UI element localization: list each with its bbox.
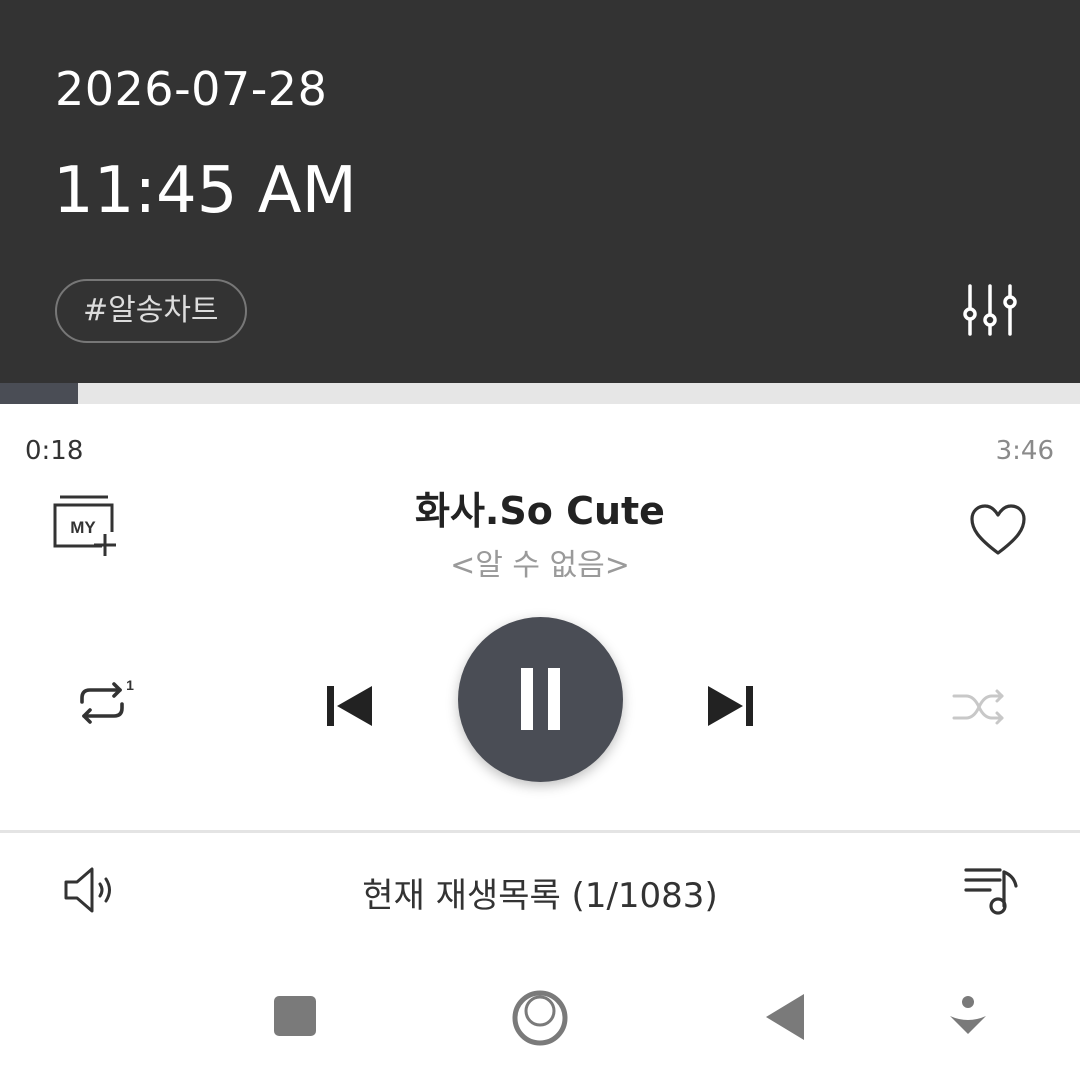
chart-tag-button[interactable]: #알송차트	[55, 279, 247, 343]
pause-icon	[521, 668, 533, 730]
repeat-count: 1	[126, 677, 134, 693]
elapsed-time: 0:18	[25, 436, 84, 466]
equalizer-icon[interactable]	[960, 280, 1020, 340]
date-label: 2026-07-28	[55, 62, 328, 116]
divider	[0, 830, 1080, 833]
system-navigation-bar	[0, 960, 1080, 1080]
home-icon[interactable]	[508, 986, 572, 1050]
now-playing-header: 2026-07-28 11:45 AM #알송차트	[0, 0, 1080, 383]
track-artist: <알 수 없음>	[450, 548, 630, 583]
queue-icon[interactable]	[962, 862, 1022, 918]
repeat-one-icon[interactable]: 1	[72, 676, 136, 726]
music-player-screen: 2026-07-28 11:45 AM #알송차트 0:18 3:46 MY 화…	[0, 0, 1080, 1080]
notification-down-icon[interactable]	[946, 994, 990, 1042]
pause-button[interactable]	[458, 617, 623, 782]
time-label: 11:45 AM	[53, 154, 357, 228]
recents-icon[interactable]	[274, 996, 316, 1036]
back-icon[interactable]	[760, 990, 808, 1044]
total-time: 3:46	[995, 436, 1054, 466]
pause-icon	[548, 668, 560, 730]
seek-bar[interactable]	[0, 383, 1080, 404]
seek-bar-fill	[0, 383, 78, 404]
my-playlist-add-icon[interactable]: MY	[50, 494, 122, 558]
next-icon[interactable]	[702, 682, 758, 730]
shuffle-icon[interactable]	[950, 684, 1008, 730]
track-title: 화사.So Cute	[415, 489, 665, 533]
previous-icon[interactable]	[322, 682, 378, 730]
current-playlist-label[interactable]: 현재 재생목록 (1/1083)	[240, 868, 840, 917]
heart-icon[interactable]	[968, 502, 1028, 558]
volume-icon[interactable]	[62, 864, 122, 916]
my-badge-text: MY	[70, 518, 96, 537]
